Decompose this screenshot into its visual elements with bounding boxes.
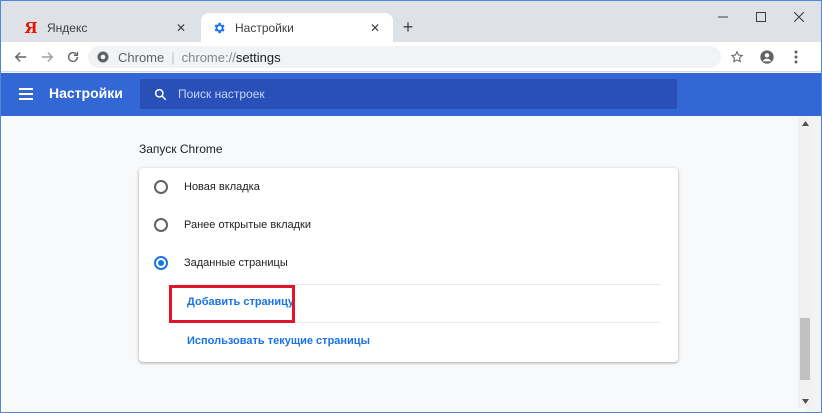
forward-button[interactable] xyxy=(38,48,56,66)
settings-header: Настройки xyxy=(1,73,821,116)
address-bar[interactable]: Chrome | chrome:// settings xyxy=(88,46,721,68)
bookmark-star-icon[interactable] xyxy=(728,48,746,66)
site-chip: Chrome xyxy=(118,49,165,65)
profile-avatar-icon[interactable] xyxy=(758,48,776,66)
maximize-button[interactable] xyxy=(742,3,780,31)
radio-button[interactable] xyxy=(154,180,168,194)
minimize-button[interactable] xyxy=(704,3,742,31)
divider xyxy=(175,284,661,285)
new-tab-button[interactable]: + xyxy=(399,17,417,37)
tab-strip: Я Яндекс ✕ Настройки ✕ + xyxy=(1,1,821,42)
back-button[interactable] xyxy=(12,48,30,66)
radio-button-checked[interactable] xyxy=(154,256,168,270)
browser-toolbar: Chrome | chrome:// settings xyxy=(1,42,821,72)
yandex-logo-icon: Я xyxy=(24,18,38,37)
chrome-icon xyxy=(96,50,110,64)
close-icon[interactable]: ✕ xyxy=(367,20,383,36)
radio-label: Заданные страницы xyxy=(184,257,288,269)
scroll-up-arrow-icon[interactable] xyxy=(798,116,812,130)
radio-option-new-tab[interactable]: Новая вкладка xyxy=(139,168,678,206)
close-icon[interactable]: ✕ xyxy=(173,20,189,36)
url-path: settings xyxy=(235,49,281,65)
radio-button[interactable] xyxy=(154,218,168,232)
radio-option-specific-pages[interactable]: Заданные страницы xyxy=(139,244,678,282)
kebab-menu-icon[interactable] xyxy=(787,48,805,66)
tab-settings[interactable]: Настройки ✕ xyxy=(201,13,393,42)
radio-option-continue[interactable]: Ранее открытые вкладки xyxy=(139,206,678,244)
radio-label: Ранее открытые вкладки xyxy=(184,219,312,231)
scroll-thumb[interactable] xyxy=(800,318,810,380)
browser-window: Я Яндекс ✕ Настройки ✕ + Chrome | chrome… xyxy=(0,0,822,413)
tab-title: Яндекс xyxy=(47,20,88,35)
scrollbar[interactable] xyxy=(798,116,812,408)
add-page-link[interactable]: Добавить страницу xyxy=(187,296,294,308)
radio-label: Новая вкладка xyxy=(184,181,260,193)
settings-content: Запуск Chrome Новая вкладка Ранее открыт… xyxy=(1,116,805,412)
use-current-pages-link[interactable]: Использовать текущие страницы xyxy=(187,335,370,347)
startup-card: Новая вкладка Ранее открытые вкладки Зад… xyxy=(139,168,678,362)
search-box[interactable] xyxy=(140,79,677,109)
url-scheme: chrome:// xyxy=(181,49,236,65)
search-input[interactable] xyxy=(178,87,658,101)
section-title: Запуск Chrome xyxy=(139,142,223,156)
hamburger-menu-icon[interactable] xyxy=(19,85,37,103)
page-title: Настройки xyxy=(49,85,123,101)
search-icon xyxy=(152,86,168,102)
divider xyxy=(175,322,661,323)
tab-title: Настройки xyxy=(235,20,294,35)
reload-button[interactable] xyxy=(64,48,82,66)
scroll-down-arrow-icon[interactable] xyxy=(798,394,812,408)
tab-yandex[interactable]: Я Яндекс ✕ xyxy=(13,13,199,42)
window-close-button[interactable] xyxy=(780,3,818,31)
chip-separator: | xyxy=(171,49,175,65)
gear-icon xyxy=(211,20,227,36)
